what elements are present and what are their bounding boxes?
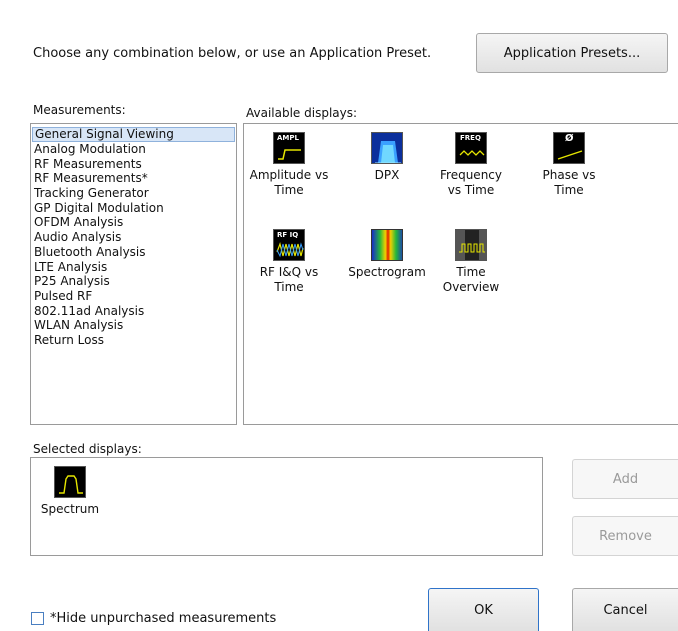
display-label-line1: Amplitude vs: [249, 168, 329, 182]
list-item-rf-measurements-star[interactable]: RF Measurements*: [31, 171, 236, 186]
dpx-icon: [371, 132, 403, 164]
available-displays-panel: AMPL Amplitude vs Time DPX FREQ Frequenc…: [243, 123, 678, 425]
display-label-line1: Phase vs: [542, 168, 596, 182]
list-item-rf-measurements[interactable]: RF Measurements: [31, 157, 236, 172]
list-item-tracking-generator[interactable]: Tracking Generator: [31, 186, 236, 201]
list-item-lte-analysis[interactable]: LTE Analysis: [31, 260, 236, 275]
amplitude-icon: AMPL: [273, 132, 305, 164]
list-item-wlan-analysis[interactable]: WLAN Analysis: [31, 318, 236, 333]
instruction-text: Choose any combination below, or use an …: [33, 46, 432, 61]
selected-displays-panel: Spectrum: [30, 457, 543, 556]
list-item-general-signal-viewing[interactable]: General Signal Viewing: [32, 127, 235, 142]
hide-unpurchased-label: *Hide unpurchased measurements: [50, 611, 277, 626]
hide-unpurchased-checkbox[interactable]: [31, 612, 44, 625]
time-overview-icon: [455, 229, 487, 261]
display-label-line1: Frequency: [440, 168, 502, 182]
display-label-line2: Time: [554, 183, 584, 197]
list-item-80211ad-analysis[interactable]: 802.11ad Analysis: [31, 304, 236, 319]
display-label-line1: Spectrogram: [348, 265, 426, 279]
selected-displays-label: Selected displays:: [33, 442, 142, 456]
list-item-ofdm-analysis[interactable]: OFDM Analysis: [31, 215, 236, 230]
list-item-gp-digital-modulation[interactable]: GP Digital Modulation: [31, 201, 236, 216]
ok-button[interactable]: OK: [428, 588, 539, 631]
spectrogram-icon: [371, 229, 403, 261]
spectrum-icon: [54, 466, 86, 498]
display-spectrogram[interactable]: Spectrogram: [344, 229, 430, 280]
display-label-line1: Time: [456, 265, 486, 279]
list-item-pulsed-rf[interactable]: Pulsed RF: [31, 289, 236, 304]
phase-icon: Ø: [553, 132, 585, 164]
display-label-line2: Overview: [442, 280, 500, 294]
measurements-label: Measurements:: [33, 103, 126, 117]
frequency-icon: FREQ: [455, 132, 487, 164]
cancel-button[interactable]: Cancel: [572, 588, 678, 631]
measurements-list[interactable]: General Signal Viewing Analog Modulation…: [30, 123, 237, 425]
list-item-return-loss[interactable]: Return Loss: [31, 333, 236, 348]
display-time-overview[interactable]: Time Overview: [428, 229, 514, 295]
list-item-analog-modulation[interactable]: Analog Modulation: [31, 142, 236, 157]
display-dpx[interactable]: DPX: [344, 132, 430, 183]
display-label-line2: Time: [274, 183, 304, 197]
rf-iq-icon: RF IQ: [273, 229, 305, 261]
display-phase-vs-time[interactable]: Ø Phase vs Time: [526, 132, 612, 198]
display-frequency-vs-time[interactable]: FREQ Frequency vs Time: [428, 132, 514, 198]
display-label-line2: vs Time: [447, 183, 495, 197]
available-displays-label: Available displays:: [246, 106, 358, 120]
display-amplitude-vs-time[interactable]: AMPL Amplitude vs Time: [246, 132, 332, 198]
selected-display-spectrum[interactable]: Spectrum: [35, 466, 105, 517]
display-label-line1: DPX: [374, 168, 400, 182]
display-label-line1: Spectrum: [40, 502, 100, 516]
list-item-audio-analysis[interactable]: Audio Analysis: [31, 230, 236, 245]
remove-button[interactable]: Remove: [572, 516, 678, 556]
add-button[interactable]: Add: [572, 459, 678, 499]
display-rf-iq-vs-time[interactable]: RF IQ RF I&Q vs Time: [246, 229, 332, 295]
display-label-line2: Time: [274, 280, 304, 294]
application-presets-button[interactable]: Application Presets...: [476, 33, 668, 73]
list-item-p25-analysis[interactable]: P25 Analysis: [31, 274, 236, 289]
list-item-bluetooth-analysis[interactable]: Bluetooth Analysis: [31, 245, 236, 260]
display-label-line1: RF I&Q vs: [259, 265, 319, 279]
